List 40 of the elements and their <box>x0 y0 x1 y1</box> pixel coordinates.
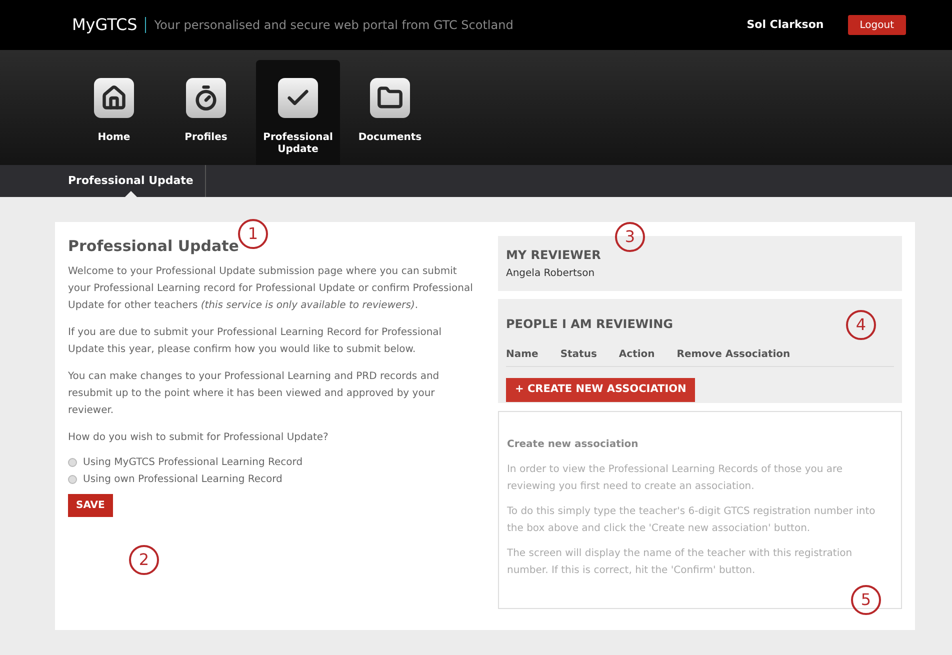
column-header: Remove Association <box>676 348 790 362</box>
intro-paragraph: If you are due to submit your Professional Learning Record for Professional Update this year, please confirm how you would like to submit below. <box>68 326 443 357</box>
column-header: Name <box>506 348 538 362</box>
radio-button[interactable] <box>68 458 77 467</box>
column-header: Action <box>618 348 655 362</box>
page-title: Professional Update <box>68 238 240 255</box>
reviewer-heading: MY REVIEWER <box>506 247 602 264</box>
radio-label: Using MyGTCS Professional Learning Record <box>83 456 303 470</box>
help-paragraph: To do this simply type the teacher's 6-digit GTCS registration number into the box above and click the 'Create new association' button. <box>506 505 876 536</box>
help-paragraph: The screen will display the name of the teacher with this registration number. If this is correct, hit the 'Confirm' button. <box>506 547 854 578</box>
radio-button[interactable] <box>68 475 77 484</box>
reviewer-name: Angela Robertson <box>506 267 596 281</box>
callout-number: 5 <box>851 585 881 615</box>
nav-tab[interactable]: Documents <box>348 60 432 165</box>
subnav-tab[interactable]: Professional Update <box>56 165 206 197</box>
callout-number: 3 <box>615 222 645 252</box>
intro-paragraph: Welcome to your Professional Update submission page where you can submit your Professional Learning record for Professional Update or confirm Professional Update for other teachers (this service is only available to reviewers). <box>68 265 474 313</box>
user-name: Sol Clarkson <box>746 16 824 33</box>
stopwatch-icon <box>186 78 226 118</box>
logo: MyGTCS <box>72 14 138 36</box>
help-paragraph: In order to view the Professional Learning Records of those you are reviewing you first need to create an association. <box>506 463 844 494</box>
column-header: Status <box>560 348 597 362</box>
tagline: Your personalised and secure web portal from GTC Scotland <box>154 17 514 34</box>
create-association-button[interactable]: + CREATE NEW ASSOCIATION <box>506 378 696 402</box>
checkmark-icon <box>278 78 318 118</box>
logout-button[interactable]: Logout <box>848 15 906 35</box>
callout-number: 1 <box>238 219 268 249</box>
help-heading: Create new association <box>506 438 640 452</box>
house-icon <box>94 78 134 118</box>
nav-tab[interactable]: Home <box>72 60 156 165</box>
question-text: How do you wish to submit for Professional Update? <box>68 431 330 445</box>
callout-number: 2 <box>129 545 159 575</box>
reviewing-heading: PEOPLE I AM REVIEWING <box>506 316 674 333</box>
intro-paragraph: You can make changes to your Professional Learning and PRD records and resubmit up to the point where it has been viewed and approved by your reviewer. <box>68 370 440 418</box>
folder-icon <box>370 78 410 118</box>
callout-number: 4 <box>846 310 876 340</box>
radio-label: Using own Professional Learning Record <box>83 473 282 487</box>
save-button[interactable]: SAVE <box>68 494 113 517</box>
nav-tab[interactable]: Professional Update <box>256 60 340 165</box>
nav-tab[interactable]: Profiles <box>164 60 248 165</box>
